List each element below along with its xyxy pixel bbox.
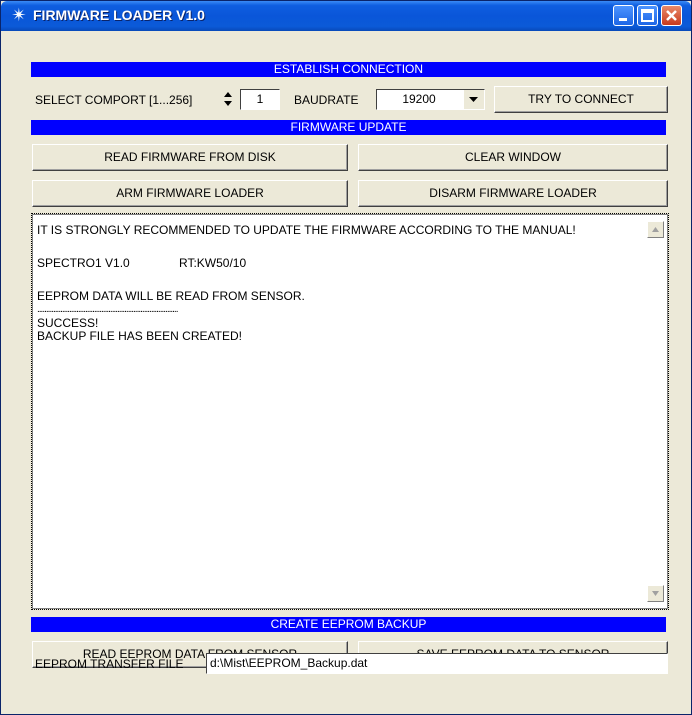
star-icon: ✴	[11, 5, 27, 25]
log-line: EEPROM DATA WILL BE READ FROM SENSOR.	[37, 289, 305, 303]
baudrate-value: 19200	[402, 92, 436, 106]
scroll-down-button[interactable]	[647, 585, 664, 602]
minimize-button[interactable]	[613, 5, 634, 26]
chevron-down-icon[interactable]	[463, 90, 484, 109]
close-icon	[666, 10, 677, 21]
log-textarea[interactable]: IT IS STRONGLY RECOMMENDED TO UPDATE THE…	[31, 213, 669, 610]
try-to-connect-button[interactable]: TRY TO CONNECT	[494, 86, 668, 113]
eeprom-file-input[interactable]: d:\Mist\EEPROM_Backup.dat	[206, 653, 668, 674]
clear-window-button[interactable]: CLEAR WINDOW	[358, 144, 668, 171]
log-line: SPECTRO1 V1.0	[37, 256, 130, 270]
log-line: ........................................…	[37, 304, 178, 315]
window-title: FIRMWARE LOADER V1.0	[33, 7, 205, 23]
arm-firmware-button[interactable]: ARM FIRMWARE LOADER	[32, 180, 348, 207]
close-button[interactable]	[661, 5, 682, 26]
arrow-down-icon	[652, 591, 659, 596]
firmware-update-banner: FIRMWARE UPDATE	[31, 120, 666, 135]
comport-label: SELECT COMPORT [1...256]	[35, 93, 193, 107]
create-eeprom-backup-banner: CREATE EEPROM BACKUP	[31, 617, 666, 632]
eeprom-file-label: EEPROM TRANSFER FILE	[35, 657, 184, 671]
minimize-icon	[619, 18, 627, 21]
establish-connection-banner: ESTABLISH CONNECTION	[31, 62, 666, 77]
disarm-firmware-button[interactable]: DISARM FIRMWARE LOADER	[358, 180, 668, 207]
comport-input[interactable]: 1	[240, 89, 280, 110]
log-line: RT:KW50/10	[179, 256, 247, 270]
log-line: SUCCESS!	[37, 316, 99, 330]
comport-spinner[interactable]	[222, 89, 234, 109]
log-scrollbar[interactable]	[647, 221, 664, 602]
baudrate-label: BAUDRATE	[294, 93, 359, 107]
scroll-up-button[interactable]	[647, 221, 664, 238]
title-bar[interactable]: ✴ FIRMWARE LOADER V1.0	[1, 1, 691, 31]
log-line: BACKUP FILE HAS BEEN CREATED!	[37, 329, 242, 343]
log-line: IT IS STRONGLY RECOMMENDED TO UPDATE THE…	[37, 223, 576, 237]
arrow-up-icon	[652, 227, 659, 232]
read-firmware-button[interactable]: READ FIRMWARE FROM DISK	[32, 144, 348, 171]
baudrate-select[interactable]: 19200	[376, 89, 485, 110]
maximize-button[interactable]	[637, 5, 658, 26]
maximize-icon	[641, 9, 654, 22]
